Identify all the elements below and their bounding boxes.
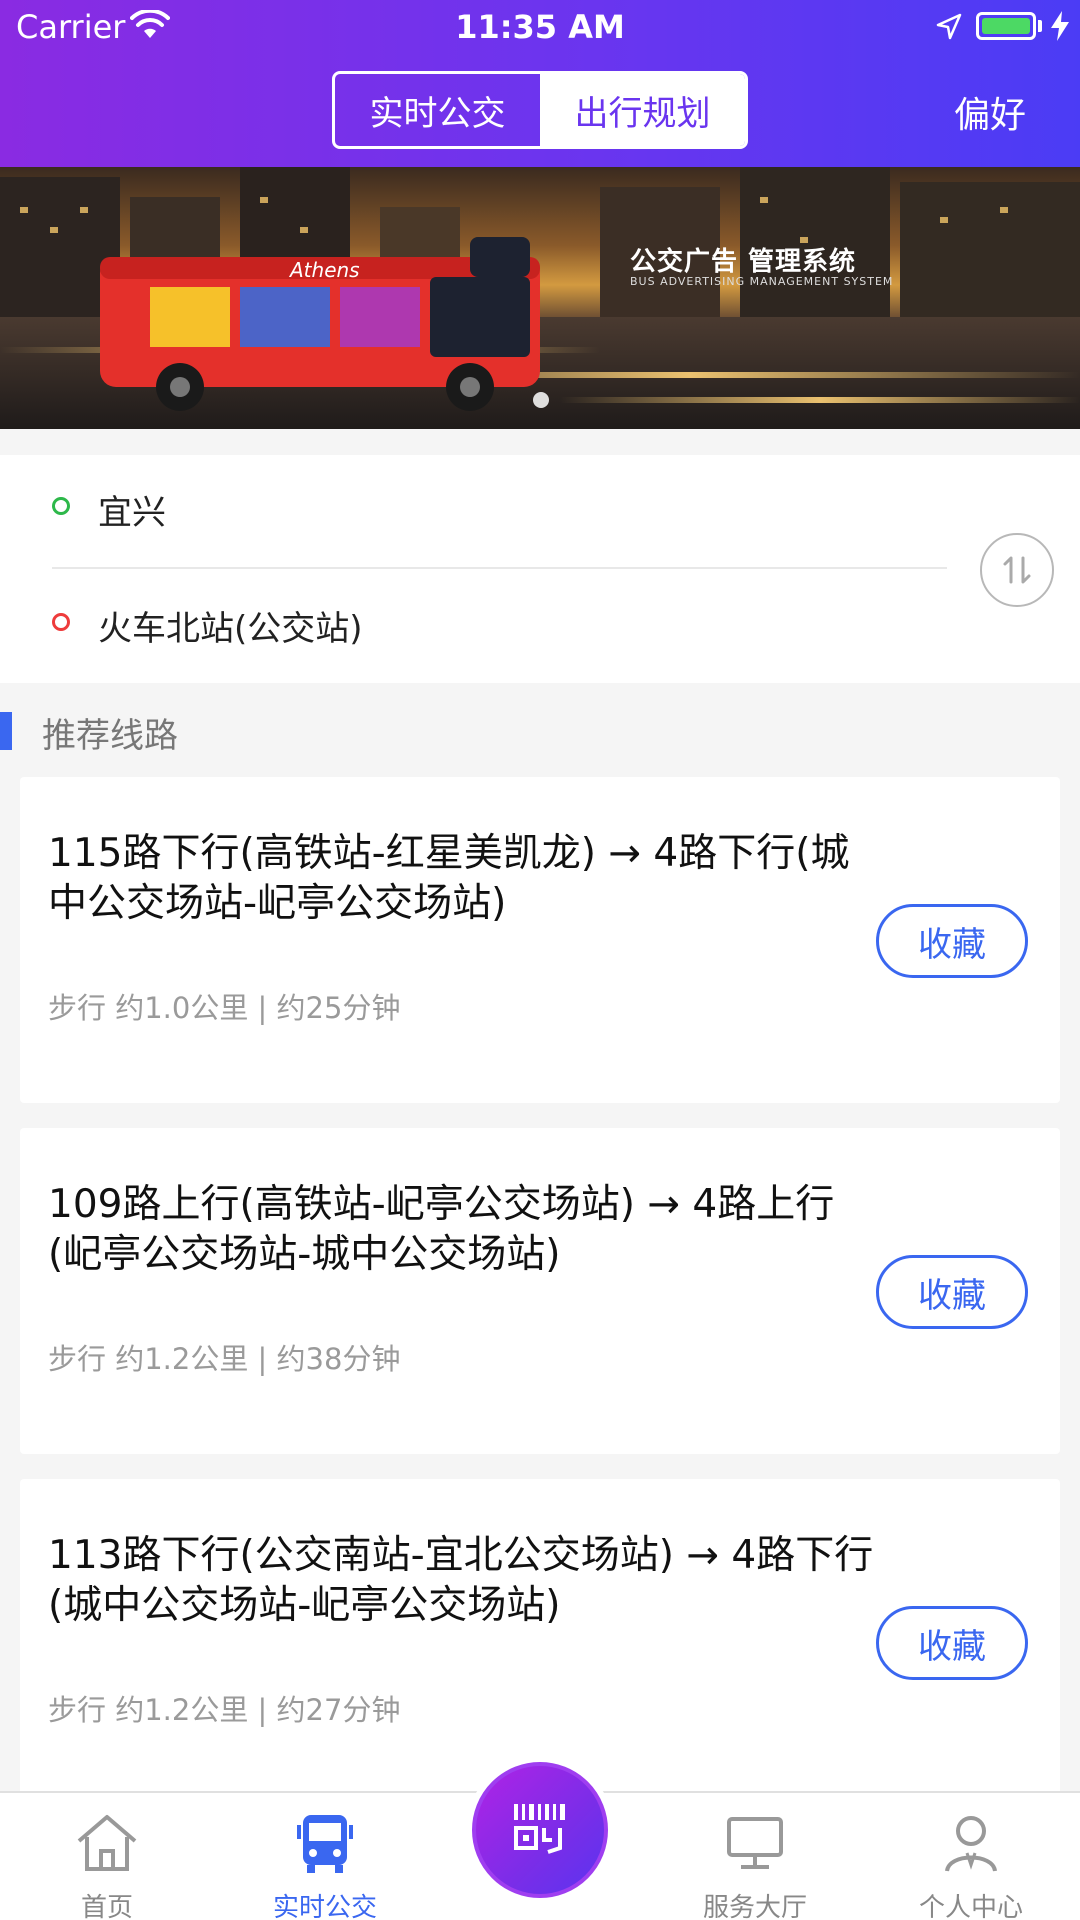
section-accent-bar <box>0 712 12 750</box>
battery-icon <box>976 12 1036 40</box>
light-streak <box>560 397 1080 403</box>
tab-label: 个人中心 <box>918 1893 1023 1920</box>
route-card[interactable]: 115路下行(高铁站-红星美凯龙) → 4路下行(城中公交场站-屺亭公交场站) … <box>20 777 1060 1103</box>
section-title: 推荐线路 <box>42 716 178 756</box>
battery-cap <box>1038 20 1042 32</box>
divider <box>52 567 947 569</box>
app-header: Carrier 11:35 AM 实时公交 出行规划 偏好 <box>0 0 1080 167</box>
route-card[interactable]: 109路上行(高铁站-屺亭公交场站) → 4路上行(屺亭公交场站-城中公交场站)… <box>20 1128 1060 1454</box>
tab-trip-planning[interactable]: 出行规划 <box>540 74 745 146</box>
mode-segmented-control: 实时公交 出行规划 <box>332 71 748 149</box>
destination-field[interactable]: 火车北站(公交站) <box>98 601 363 650</box>
status-bar: Carrier 11:35 AM <box>0 0 1080 56</box>
qr-scan-icon <box>514 1804 565 1854</box>
ad-subtitle: BUS ADVERTISING MANAGEMENT SYSTEM <box>630 275 894 288</box>
route-title: 109路上行(高铁站-屺亭公交场站) → 4路上行(屺亭公交场站-城中公交场站) <box>48 1182 835 1277</box>
tab-label: 实时公交 <box>272 1893 377 1920</box>
page-indicator-dot <box>533 392 549 408</box>
ad-title: 公交广告 管理系统 <box>630 247 857 277</box>
home-icon <box>77 1815 137 1871</box>
origin-dot-icon <box>52 497 70 515</box>
monitor-icon <box>727 1817 783 1869</box>
user-icon <box>945 1816 997 1872</box>
tab-personal-center[interactable]: 个人中心 <box>896 1807 1046 1920</box>
favorite-button[interactable]: 收藏 <box>876 904 1028 978</box>
scan-qr-button[interactable] <box>466 1756 614 1904</box>
tab-label: 首页 <box>80 1893 133 1920</box>
tab-realtime-bus-nav[interactable]: 实时公交 <box>250 1807 400 1920</box>
clock: 11:35 AM <box>455 8 625 46</box>
location-arrow-icon <box>936 13 962 40</box>
route-input-panel: 宜兴 火车北站(公交站) <box>0 455 1080 683</box>
destination-dot-icon <box>52 613 70 631</box>
charging-bolt-icon <box>1051 11 1069 41</box>
svg-text:Athens: Athens <box>288 258 360 282</box>
tab-label: 服务大厅 <box>702 1893 807 1920</box>
favorite-button[interactable]: 收藏 <box>876 1255 1028 1329</box>
bus-icon <box>297 1815 353 1873</box>
tab-service-hall[interactable]: 服务大厅 <box>680 1807 830 1920</box>
tab-realtime-bus[interactable]: 实时公交 <box>335 74 540 146</box>
favorite-button[interactable]: 收藏 <box>876 1606 1028 1680</box>
swap-arrows-icon <box>1003 556 1031 584</box>
ad-banner[interactable]: Athens 公交广告 管理系统 BUS ADVERTISING MANAGEM… <box>0 167 1080 429</box>
route-meta: 步行 约1.0公里 | 约25分钟 <box>48 991 401 1025</box>
tab-home[interactable]: 首页 <box>32 1807 182 1920</box>
route-meta: 步行 约1.2公里 | 约27分钟 <box>48 1693 401 1727</box>
preference-button[interactable]: 偏好 <box>954 86 1026 138</box>
route-meta: 步行 约1.2公里 | 约38分钟 <box>48 1342 401 1376</box>
bus-image: Athens <box>100 237 540 411</box>
route-title: 113路下行(公交南站-宜北公交场站) → 4路下行(城中公交场站-屺亭公交场站… <box>48 1533 874 1628</box>
swap-button[interactable] <box>980 533 1054 607</box>
origin-field[interactable]: 宜兴 <box>98 485 166 534</box>
route-title: 115路下行(高铁站-红星美凯龙) → 4路下行(城中公交场站-屺亭公交场站) <box>48 831 850 926</box>
